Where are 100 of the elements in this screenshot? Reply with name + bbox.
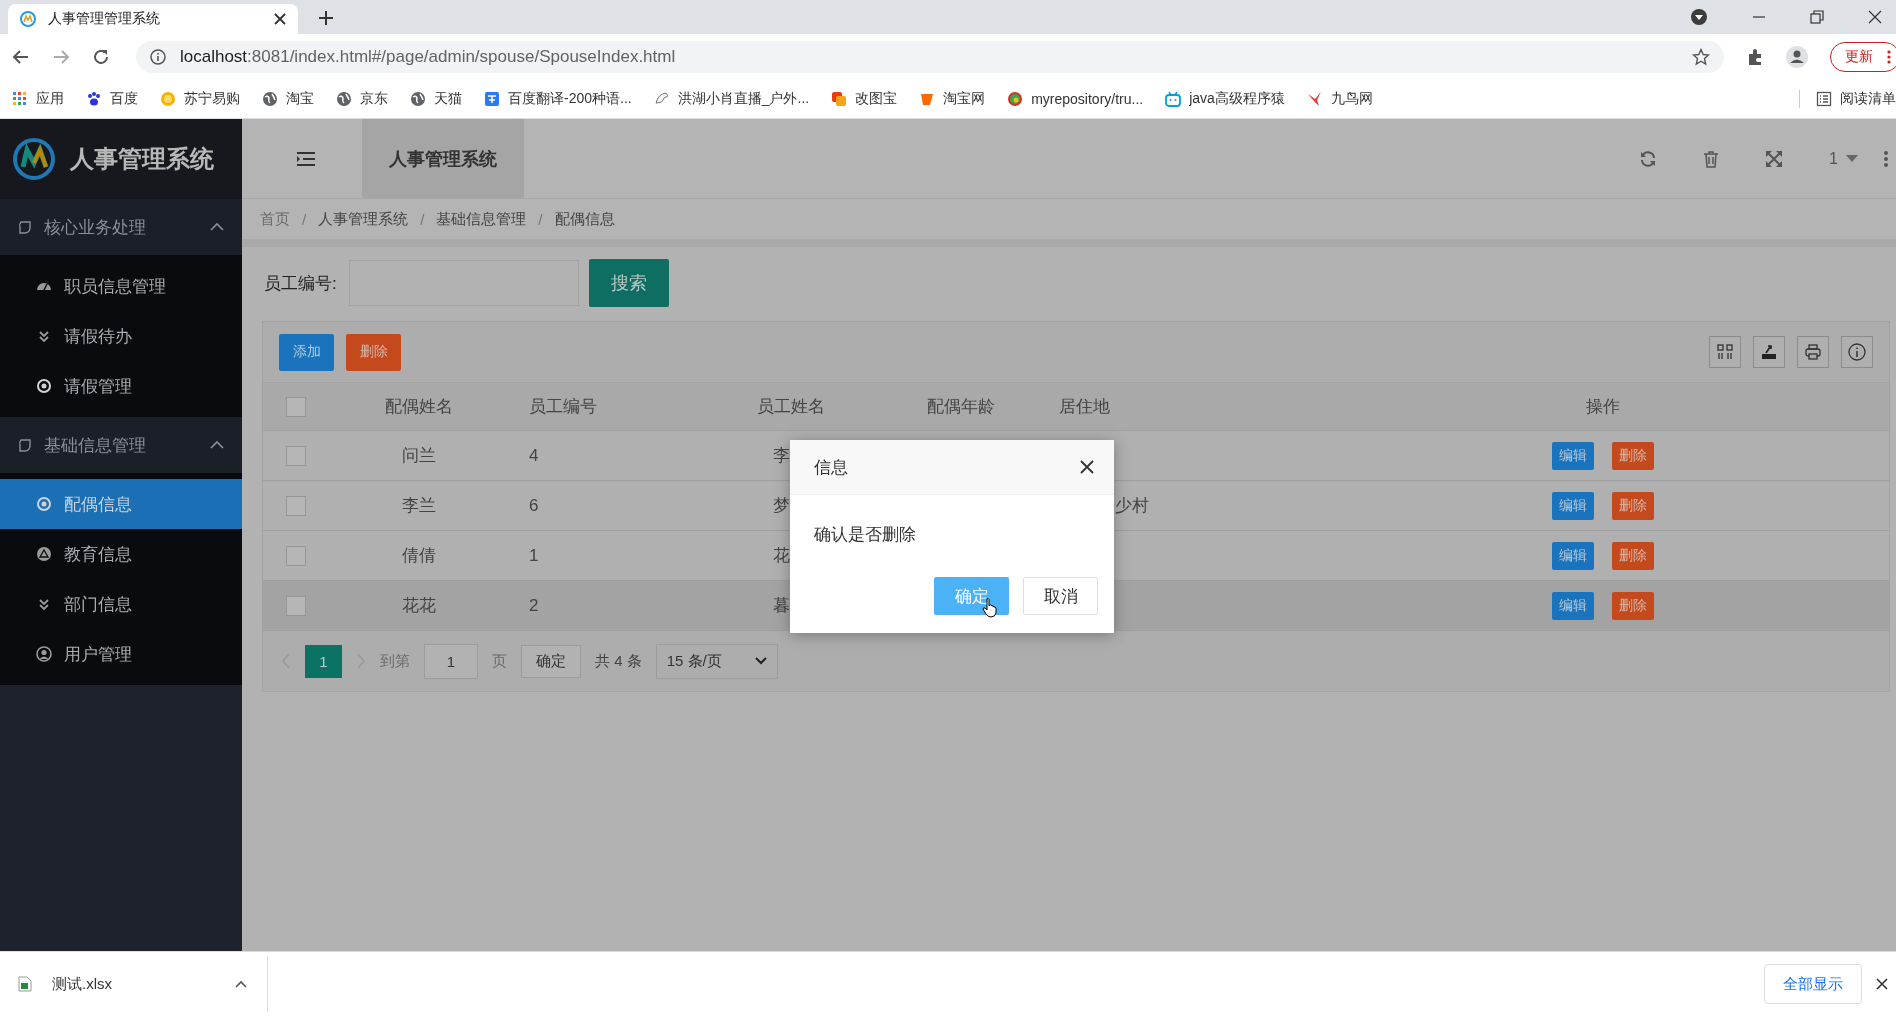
bookmark[interactable]: myrepository/tru... [1007, 91, 1144, 107]
checkbox[interactable] [286, 445, 306, 466]
globe-icon [336, 91, 352, 107]
bookmark[interactable]: 京东 [336, 90, 388, 108]
search-button[interactable]: 搜索 [588, 259, 669, 307]
chevron-up-icon[interactable] [235, 980, 247, 988]
sun-face-icon [160, 91, 176, 107]
chevron-down-icon [754, 657, 767, 665]
checkbox[interactable] [286, 396, 306, 417]
close-icon[interactable] [274, 13, 286, 25]
bookmark[interactable]: 应用 [12, 90, 64, 108]
close-icon[interactable] [1080, 460, 1094, 474]
table-cell: 1 [529, 545, 539, 566]
apps-grid-icon [12, 91, 28, 107]
checkbox[interactable] [286, 495, 306, 516]
show-all-button[interactable]: 全部显示 [1764, 964, 1862, 1004]
bookmark[interactable]: 百度 [86, 90, 138, 108]
logo-icon [12, 137, 56, 181]
bookmark[interactable]: 苏宁易购 [160, 90, 240, 108]
sidebar-item[interactable]: 教育信息 [0, 529, 242, 579]
cancel-button[interactable]: 取消 [1023, 577, 1098, 615]
breadcrumb-link[interactable]: 人事管理系统 [318, 209, 409, 229]
globe-icon [262, 91, 278, 107]
list-icon [1816, 91, 1832, 107]
bookmark[interactable]: 淘宝 [262, 90, 314, 108]
back-icon[interactable] [12, 48, 30, 66]
tab-title: 人事管理管理系统 [48, 10, 161, 28]
goto-label: 到第 [380, 651, 410, 671]
bird-icon [653, 91, 670, 107]
confirm-button[interactable]: 确定 [521, 644, 581, 678]
sidebar-item[interactable]: 配偶信息 [0, 479, 242, 529]
column-header: 员工编号 [528, 396, 598, 418]
spreadsheet-icon [18, 976, 32, 992]
leaf-icon [18, 220, 32, 234]
chevron-up-icon [210, 440, 224, 450]
bookmark-star-icon[interactable] [1692, 48, 1710, 66]
bookmark[interactable]: 淘宝网 [919, 90, 986, 108]
address-field[interactable]: localhost:8081/index.html#/page/admin/spouse/SpouseIndex.html [136, 41, 1724, 73]
page-dropdown[interactable]: 1 [1829, 149, 1858, 168]
double-chevron-icon [36, 596, 52, 612]
profile-dropdown-icon[interactable] [1690, 8, 1708, 26]
header-tab[interactable]: 人事管理系统 [362, 119, 524, 198]
bookmark[interactable]: 改图宝 [831, 90, 898, 108]
reading-list-button[interactable]: 阅读清单 [1799, 90, 1896, 108]
restore-icon[interactable] [1810, 10, 1824, 24]
caret-icon [1846, 154, 1858, 163]
sidebar-item[interactable]: 部门信息 [0, 579, 242, 629]
column-header: 居住地 [1058, 396, 1111, 418]
page-button[interactable]: 1 [305, 644, 342, 678]
info-button[interactable] [1841, 336, 1873, 368]
table-cell: 2 [529, 595, 539, 616]
table-cell-text: 暮 [773, 595, 790, 617]
double-chevron-icon [36, 328, 52, 344]
url-text: localhost:8081/index.html#/page/admin/spouse/SpouseIndex.html [180, 47, 676, 67]
user-icon [36, 646, 52, 662]
radio-icon [36, 496, 52, 512]
refresh-icon[interactable] [1639, 149, 1658, 168]
bird-icon [1306, 91, 1323, 107]
sidebar-item[interactable]: 请假待办 [0, 311, 242, 361]
sidebar-item[interactable]: 请假管理 [0, 361, 242, 411]
dialog-message: 确认是否删除 [813, 524, 917, 546]
section-label: 核心业务处理 [44, 216, 146, 239]
page-input[interactable]: 1 [424, 643, 478, 679]
fullscreen-icon[interactable] [1765, 149, 1784, 168]
breadcrumb-separator: / [302, 210, 307, 228]
account-icon[interactable] [1786, 46, 1808, 68]
extensions-icon[interactable] [1746, 48, 1764, 66]
browser-tab[interactable]: 人事管理管理系统 [8, 4, 298, 34]
table-cell: 6 [529, 495, 539, 516]
breadcrumb-link[interactable]: 基础信息管理 [436, 209, 527, 229]
column-header: 配偶年龄 [927, 396, 996, 418]
print-button[interactable] [1797, 336, 1829, 368]
page-size-select[interactable]: 15 条/页 [655, 643, 778, 679]
bookmark[interactable]: 天猫 [410, 90, 462, 108]
sidebar-item[interactable]: 职员信息管理 [0, 261, 242, 311]
info-icon [1848, 343, 1866, 361]
table-cell-text: 梦 [773, 495, 790, 517]
columns-button[interactable] [1709, 336, 1741, 368]
menu-fold-icon[interactable] [296, 150, 316, 167]
download-item[interactable]: 测试.xlsx [18, 956, 268, 1012]
close-icon[interactable] [1868, 10, 1882, 24]
table-cell: 4 [529, 445, 539, 466]
checkbox[interactable] [286, 595, 306, 616]
sidebar-item[interactable]: 用户管理 [0, 629, 242, 679]
bookmark[interactable]: 九鸟网 [1306, 90, 1373, 108]
more-icon[interactable] [1884, 150, 1888, 167]
bookmark[interactable]: 洪湖小肖直播_户外... [653, 90, 810, 108]
checkbox[interactable] [286, 545, 306, 566]
reload-icon[interactable] [92, 48, 110, 66]
bookmark[interactable]: 百度翻译-200种语... [484, 90, 632, 108]
export-button[interactable] [1753, 336, 1785, 368]
bookmark[interactable]: java高级程序猿 [1165, 90, 1285, 108]
column-header: 操作 [1585, 396, 1621, 418]
table-cell-text: 倩倩 [402, 545, 436, 567]
new-tab-icon[interactable] [318, 10, 334, 26]
close-icon[interactable] [1876, 978, 1888, 990]
breadcrumb-link[interactable]: 配偶信息 [554, 209, 615, 229]
info-icon [150, 49, 166, 65]
update-button[interactable]: 更新 [1830, 42, 1896, 72]
trash-icon[interactable] [1703, 149, 1720, 168]
